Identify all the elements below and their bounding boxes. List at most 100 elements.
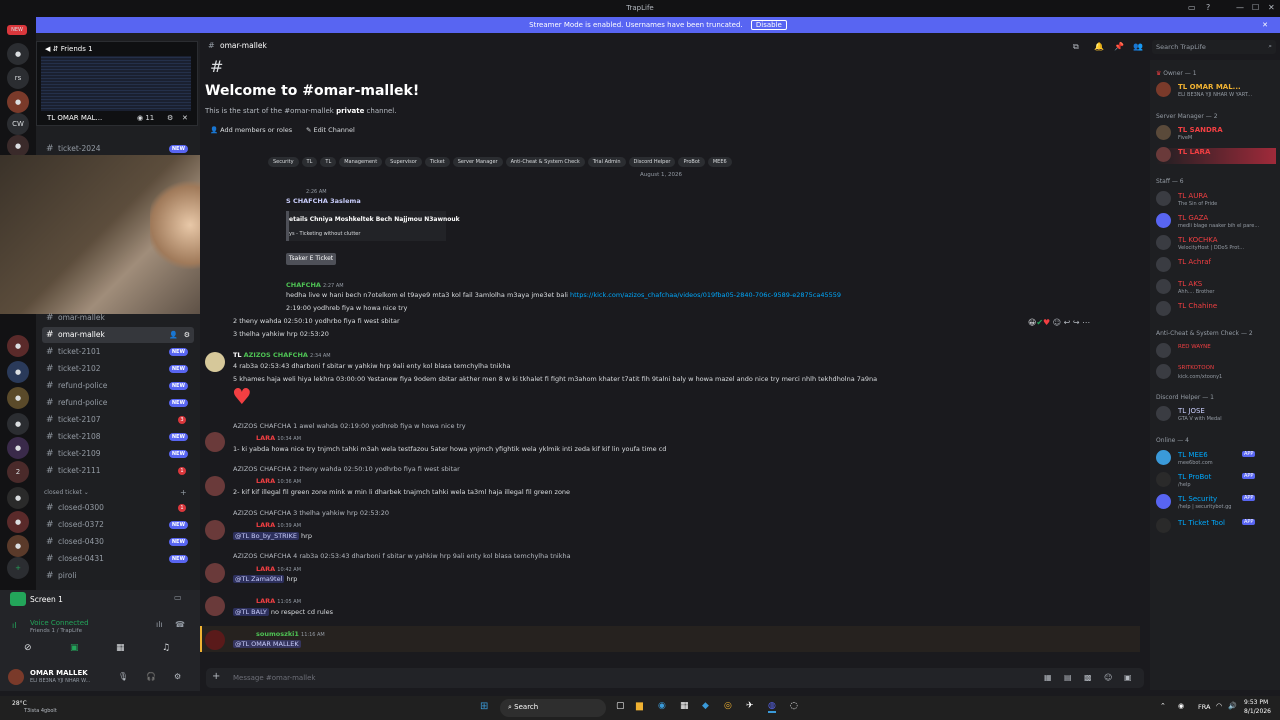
member-item[interactable]: TL AURA The Sin of Pride <box>1156 191 1276 210</box>
avatar[interactable] <box>205 352 225 372</box>
avatar[interactable] <box>205 432 225 452</box>
start-icon[interactable]: ⊞ <box>480 701 488 712</box>
inbox-icon[interactable]: ▭ <box>1188 3 1196 12</box>
gift-icon[interactable]: ▦ <box>1044 673 1052 682</box>
help-icon[interactable]: ? <box>1206 3 1210 12</box>
wifi-icon[interactable]: ◠ <box>1216 702 1222 710</box>
channel-item[interactable]: # ticket-2107 3 <box>42 412 194 428</box>
member-item[interactable]: TL Security/help | securitybot.gg APP <box>1156 494 1276 513</box>
channel-item[interactable]: # closed-0300 1 <box>42 500 194 516</box>
settings-icon[interactable]: ⚙ <box>167 114 173 122</box>
server-icon[interactable]: ● <box>7 535 29 557</box>
avatar[interactable] <box>205 476 225 496</box>
edit-channel-button[interactable]: ✎ Edit Channel <box>306 126 355 134</box>
member-item[interactable]: TL MEE6 mee6bot.com APP <box>1156 450 1276 469</box>
settings-icon[interactable]: ⚙ <box>184 327 190 343</box>
member-item[interactable]: TL ProBot/help APP <box>1156 472 1276 491</box>
reply-quote[interactable]: AZIZOS CHAFCHA 1 awel wahda 02:19:00 yod… <box>233 422 466 430</box>
close-popout-icon[interactable]: ✕ <box>182 114 188 122</box>
popout-icon[interactable]: ▭ <box>174 593 182 602</box>
mic-icon[interactable]: 🎙 <box>118 672 128 681</box>
task-view-icon[interactable]: ▢ <box>616 701 625 711</box>
clock-time[interactable]: 9:53 PM <box>1244 699 1268 706</box>
camera-off-icon[interactable]: ⊘ <box>24 643 32 653</box>
store-icon[interactable]: ▦ <box>680 701 689 711</box>
disconnect-icon[interactable]: ☎ <box>175 620 185 629</box>
reply-quote[interactable]: AZIZOS CHAFCHA 3 thelha yahkiw hrp 02:53… <box>233 509 389 517</box>
role-pill[interactable]: MEE6 <box>707 157 732 167</box>
role-pill[interactable]: TL <box>301 157 318 167</box>
channel-item[interactable]: # closed-0372 NEW <box>42 517 194 533</box>
noise-icon[interactable]: ılı <box>156 620 163 629</box>
close-banner-icon[interactable]: ✕ <box>1262 17 1268 33</box>
channel-item[interactable]: # closed-0431 NEW <box>42 551 194 567</box>
add-server-icon[interactable]: + <box>7 557 29 579</box>
avatar[interactable] <box>205 520 225 540</box>
member-item[interactable]: RED WAYNE <box>1156 343 1276 362</box>
user-mention[interactable]: @TL BALY <box>233 608 269 616</box>
reply-quote[interactable]: AZIZOS CHAFCHA 2 theny wahda 02:50:10 yo… <box>233 465 460 473</box>
server-icon[interactable]: ● <box>7 487 29 509</box>
server-icon[interactable]: ● <box>7 511 29 533</box>
member-item[interactable]: TL GAZA medli blage naaker bih el pare... <box>1156 213 1276 232</box>
add-reaction-icon[interactable]: ☺ <box>1050 318 1061 327</box>
reply-icon[interactable]: ↩ <box>1061 318 1071 327</box>
role-pill[interactable]: Ticket <box>424 157 450 167</box>
server-icon[interactable]: ● <box>7 413 29 435</box>
server-icon[interactable]: ● <box>7 437 29 459</box>
channel-item[interactable]: # ticket-2108 NEW <box>42 429 194 445</box>
chrome-icon[interactable]: ◎ <box>724 701 732 711</box>
server-icon[interactable]: 2 <box>7 461 29 483</box>
gear-icon[interactable]: ⚙ <box>174 672 181 681</box>
volume-icon[interactable]: 🔊 <box>1228 702 1237 710</box>
role-pill[interactable]: Supervisor <box>385 157 422 167</box>
obs-icon[interactable]: ◌ <box>790 701 798 711</box>
soundboard-icon[interactable]: ♫ <box>162 643 170 653</box>
more-icon[interactable]: ⋯ <box>1080 318 1090 327</box>
members-icon[interactable]: 👥 <box>1133 42 1143 51</box>
file-explorer-icon[interactable]: ▆ <box>636 701 643 711</box>
channel-item[interactable]: # refund-police NEW <box>42 395 194 411</box>
channel-item[interactable]: # omar-mallek <box>42 310 194 326</box>
server-icon[interactable]: ● <box>7 361 29 383</box>
voice-where[interactable]: Friends 1 / TrapLife <box>30 628 82 634</box>
member-item[interactable]: TL Chahine <box>1156 301 1276 320</box>
member-item[interactable]: SRITKOTOON kick.com/xtoony1 <box>1156 364 1276 383</box>
role-pill[interactable]: Anti-Cheat & System Check <box>505 157 585 167</box>
tray-chevron-icon[interactable]: ⌃ <box>1160 702 1166 710</box>
screen-share-button[interactable]: ▣ <box>70 643 79 653</box>
role-pill[interactable]: Server Manager <box>452 157 503 167</box>
server-icon[interactable]: ● <box>7 43 29 65</box>
category-closed-ticket[interactable]: closed ticket ⌄ <box>44 489 89 496</box>
vscode-icon[interactable]: ◆ <box>702 701 709 711</box>
channel-item[interactable]: # refund-police NEW <box>42 378 194 394</box>
add-member-icon[interactable]: 👤 <box>169 327 178 343</box>
role-pill[interactable]: Trial Admin <box>587 157 626 167</box>
member-item[interactable]: TL KOCHKA VelocityHost | DDoS Prot... <box>1156 235 1276 254</box>
forward-icon[interactable]: ↪ <box>1070 318 1080 327</box>
edge-icon[interactable]: ◉ <box>658 701 666 711</box>
channel-item[interactable]: # ticket-2102 NEW <box>42 361 194 377</box>
member-item[interactable]: TL JOSE GTA V with Medal <box>1156 406 1276 425</box>
reply-quote[interactable]: AZIZOS CHAFCHA 4 rab3a 02:53:43 dharboni… <box>233 552 571 560</box>
pin-icon[interactable]: 📌 <box>1114 42 1124 51</box>
member-item[interactable]: TL LARA <box>1156 147 1276 164</box>
avatar[interactable] <box>205 630 225 650</box>
emoji-icon[interactable]: ☺ <box>1104 673 1112 682</box>
member-item[interactable]: TL Achraf <box>1156 257 1276 276</box>
discord-icon[interactable]: ◍ <box>768 701 776 713</box>
channel-item[interactable]: # ticket-2109 NEW <box>42 446 194 462</box>
role-pill[interactable]: TL <box>320 157 337 167</box>
user-mention[interactable]: @TL Zama9tel <box>233 575 285 583</box>
taskbar-search[interactable]: ⌕ Search <box>500 699 606 717</box>
add-channel-icon[interactable]: + <box>180 488 187 497</box>
member-item[interactable]: TL OMAR MAL... ELI BE3NA YJI NHAR W YART.… <box>1156 82 1276 101</box>
channel-item-active[interactable]: # omar-mallek 👤 ⚙ <box>42 327 194 343</box>
member-item[interactable]: TL AKS Ahh.... Brother <box>1156 279 1276 298</box>
member-item[interactable]: TL Ticket Tool APP <box>1156 518 1276 533</box>
avatar[interactable] <box>205 563 225 583</box>
bell-icon[interactable]: 🔔 <box>1094 42 1104 51</box>
headphones-icon[interactable]: 🎧 <box>146 672 156 681</box>
server-icon[interactable]: ● <box>7 335 29 357</box>
weather-temp[interactable]: 28°C <box>12 700 27 707</box>
